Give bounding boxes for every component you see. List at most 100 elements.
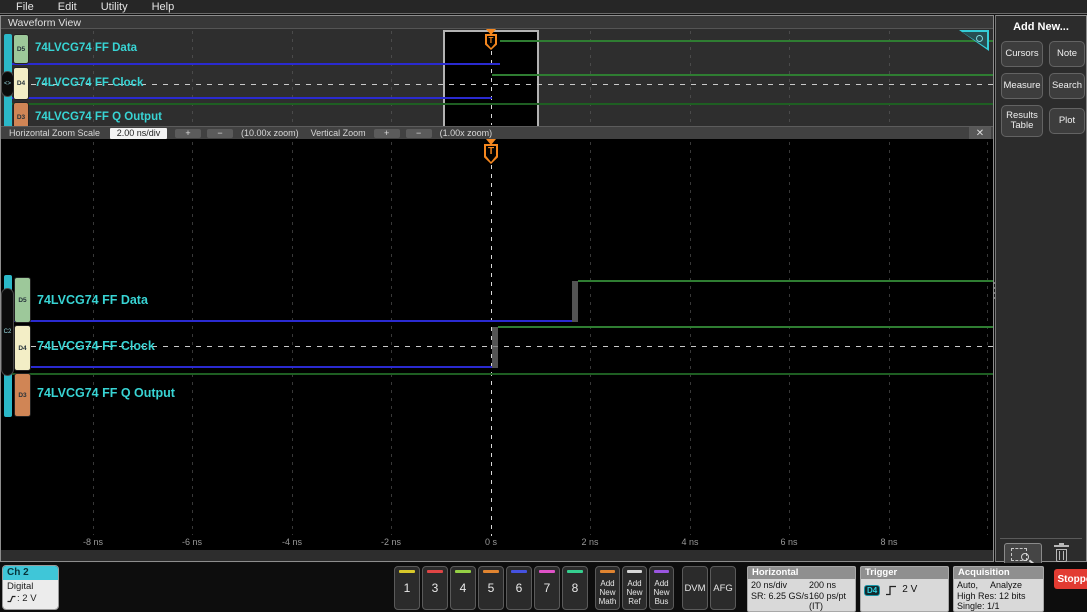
waveform-window: Waveform View T <> D5 D4 D3 74LVCG74 FF …: [0, 15, 994, 562]
h-zoom-minus-button[interactable]: −: [207, 128, 234, 138]
overview-plot[interactable]: T <> D5 D4 D3 74LVCG74 FF Data 74LVCG74 …: [1, 29, 993, 139]
search-button[interactable]: Search: [1049, 73, 1085, 99]
channel-4-button[interactable]: 4: [450, 566, 476, 610]
channel-color-strip: [567, 570, 583, 573]
d3-high-segment: [9, 103, 993, 105]
main-waveform-plot[interactable]: T C2 D5 D4 D3 74LVCG74 FF Data 74LVCG74 …: [1, 139, 993, 550]
waveform-view-title: Waveform View: [1, 16, 993, 29]
gridline: [590, 31, 591, 124]
magnifier-icon: [1021, 553, 1029, 561]
menu-edit[interactable]: Edit: [58, 1, 77, 13]
dvm-button[interactable]: DVM: [682, 566, 708, 610]
d4-high-segment: [492, 74, 993, 76]
trigger-level: 2 V: [902, 584, 918, 596]
channel-1-button[interactable]: 1: [394, 566, 420, 610]
channel-label-d3[interactable]: 74LVCG74 FF Q Output: [35, 111, 162, 123]
channel-2-name: Ch 2: [3, 566, 58, 580]
bottom-settings-bar: Ch 2 Digital : 2 V 1 3 4 5 6 7 8 Add New…: [0, 563, 1087, 612]
cursors-button[interactable]: Cursors: [1001, 41, 1043, 67]
channel-label-d3[interactable]: 74LVCG74 FF Q Output: [37, 386, 175, 400]
trigger-title: Trigger: [861, 567, 948, 579]
channel-color-strip: [455, 570, 471, 573]
channel-5-button[interactable]: 5: [478, 566, 504, 610]
results-table-button[interactable]: Results Table: [1001, 105, 1043, 137]
acq-single: Single: 1/1: [957, 601, 1000, 611]
trigger-panel[interactable]: Trigger D4 2 V: [860, 566, 949, 612]
horizontal-title: Horizontal: [748, 567, 855, 579]
channel-label-d5[interactable]: 74LVCG74 FF Data: [35, 42, 137, 54]
group-handle[interactable]: C2: [1, 288, 14, 376]
channel-2-threshold: : 2 V: [17, 593, 37, 604]
v-zoom-factor: (1.00x zoom): [439, 128, 493, 138]
d4-low-segment: [9, 97, 492, 99]
trigger-marker-icon[interactable]: T: [484, 144, 498, 164]
gridline: [590, 142, 591, 535]
trash-button[interactable]: [1054, 543, 1070, 565]
oscilloscope-app: File Edit Utility Help Waveform View T <…: [0, 0, 1087, 612]
d5-edge-band: [572, 281, 578, 322]
add-new-panel: Add New... Cursors Note Measure Search R…: [995, 15, 1087, 567]
main-axis-tick: 6 ns: [780, 537, 798, 547]
menu-utility[interactable]: Utility: [101, 1, 128, 13]
v-zoom-minus-button[interactable]: −: [405, 128, 432, 138]
acq-analyze: Analyze: [990, 580, 1023, 590]
h-zoom-scale-label: Horizontal Zoom Scale: [9, 128, 101, 138]
afg-button[interactable]: AFG: [710, 566, 736, 610]
channel-label-d4[interactable]: 74LVCG74 FF Clock: [37, 339, 155, 353]
channel-2-badge[interactable]: Ch 2 Digital : 2 V: [2, 565, 59, 610]
acq-resolution: High Res: 12 bits: [957, 590, 1026, 601]
main-axis-tick: -2 ns: [380, 537, 402, 547]
channel-color-strip: [399, 570, 415, 573]
gridline: [789, 31, 790, 124]
gridline: [292, 31, 293, 124]
d5-high-segment: [500, 40, 993, 42]
horizontal-panel[interactable]: Horizontal 20 ns/div 200 ns SR: 6.25 GS/s…: [747, 566, 856, 612]
menu-help[interactable]: Help: [152, 1, 175, 13]
divider: [1000, 538, 1082, 539]
channel-tab-d5[interactable]: D5: [13, 34, 29, 64]
add-new-ref-button[interactable]: Add New Ref: [622, 566, 647, 610]
acquisition-panel[interactable]: Acquisition Auto, Analyze High Res: 12 bi…: [953, 566, 1044, 612]
main-axis-tick: 2 ns: [581, 537, 599, 547]
main-axis-tick: -4 ns: [281, 537, 303, 547]
channel-3-button[interactable]: 3: [422, 566, 448, 610]
gridline: [889, 31, 890, 124]
run-stop-status-button[interactable]: Stopped: [1054, 569, 1087, 589]
channel-label-d5[interactable]: 74LVCG74 FF Data: [37, 293, 148, 307]
d4-edge-band: [492, 327, 498, 368]
channel-label-d4[interactable]: 74LVCG74 FF Clock: [35, 77, 143, 89]
channel-color-strip: [427, 570, 443, 573]
note-button[interactable]: Note: [1049, 41, 1085, 67]
channel-tab-d4[interactable]: D4: [13, 67, 29, 100]
d4-low-segment: [9, 366, 492, 368]
v-zoom-label: Vertical Zoom: [310, 128, 366, 138]
menu-bar: File Edit Utility Help: [0, 0, 1087, 14]
main-axis-tick: 8 ns: [880, 537, 898, 547]
d5-low-segment: [9, 320, 572, 322]
h-zoom-scale-input[interactable]: 2.00 ns/div: [110, 127, 168, 139]
trigger-source-badge: D4: [864, 585, 881, 596]
math-color-strip: [600, 570, 615, 573]
add-new-bus-button[interactable]: Add New Bus: [649, 566, 674, 610]
ref-color-strip: [627, 570, 642, 573]
main-axis-tick: 4 ns: [681, 537, 699, 547]
channel-7-button[interactable]: 7: [534, 566, 560, 610]
channel-tab-d3[interactable]: D3: [14, 373, 31, 417]
d4-clock-dashed-line: [9, 84, 993, 85]
threshold-icon: [7, 595, 16, 603]
gridline: [889, 142, 890, 535]
plot-button[interactable]: Plot: [1049, 108, 1085, 134]
channel-6-button[interactable]: 6: [506, 566, 532, 610]
gridline: [292, 142, 293, 535]
channel-tab-d5[interactable]: D5: [14, 277, 31, 323]
h-window: 200 ns: [809, 580, 837, 590]
channel-8-button[interactable]: 8: [562, 566, 588, 610]
measure-button[interactable]: Measure: [1001, 73, 1043, 99]
add-new-math-button[interactable]: Add New Math: [595, 566, 620, 610]
bus-color-strip: [654, 570, 669, 573]
gridline: [690, 142, 691, 535]
v-zoom-plus-button[interactable]: +: [373, 128, 400, 138]
menu-file[interactable]: File: [16, 1, 34, 13]
h-zoom-plus-button[interactable]: +: [175, 128, 202, 138]
channel-tab-d4[interactable]: D4: [14, 325, 31, 371]
